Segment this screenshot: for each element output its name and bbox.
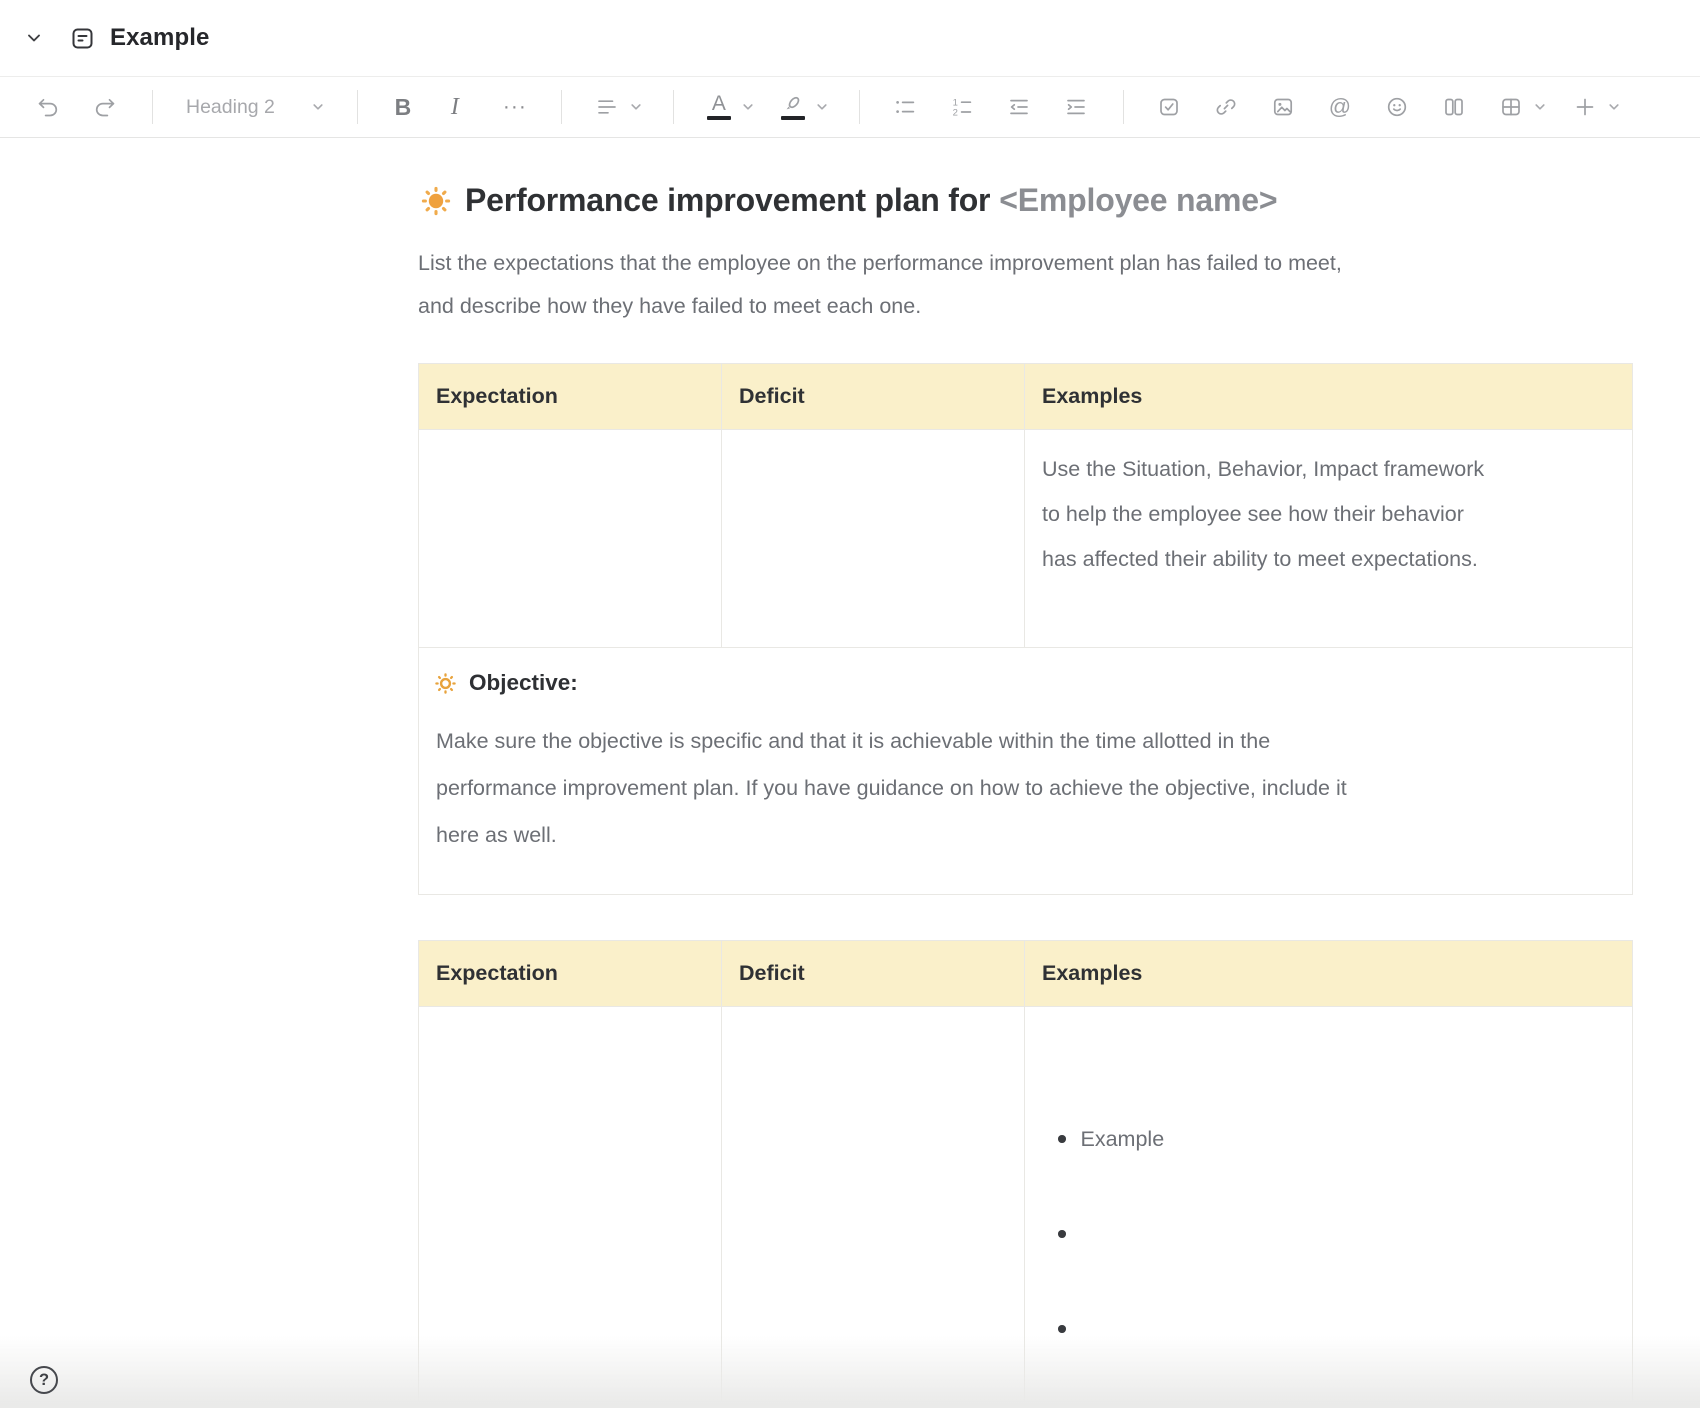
table-icon xyxy=(1499,95,1523,119)
objective-cell[interactable]: Objective: Make sure the objective is sp… xyxy=(419,648,1633,895)
highlight-color-button[interactable] xyxy=(781,94,829,121)
link-icon xyxy=(1214,95,1238,119)
column-header-expectation[interactable]: Expectation xyxy=(419,364,722,430)
checklist-button[interactable] xyxy=(1157,95,1181,119)
help-label: ? xyxy=(39,1371,49,1390)
table-header-row: Expectation Deficit Examples xyxy=(419,941,1633,1007)
bullet-dot xyxy=(1058,1325,1066,1333)
expectation-cell[interactable] xyxy=(419,1007,722,1408)
deficit-cell[interactable] xyxy=(722,430,1025,648)
sun-emoji-icon xyxy=(418,183,454,219)
bold-button[interactable]: B xyxy=(391,94,415,121)
table-header-row: Expectation Deficit Examples xyxy=(419,364,1633,430)
paragraph-style-selector[interactable]: Heading 2 xyxy=(186,96,325,119)
align-button[interactable] xyxy=(595,95,643,119)
toolbar-divider xyxy=(1123,90,1124,124)
column-header-expectation[interactable]: Expectation xyxy=(419,941,722,1007)
toolbar-divider xyxy=(152,90,153,124)
bullet-list-icon xyxy=(893,95,917,119)
chevron-down-icon xyxy=(311,100,325,114)
columns-button[interactable] xyxy=(1442,95,1466,119)
intro-paragraph[interactable]: List the expectations that the employee … xyxy=(418,242,1632,328)
title-text: Performance improvement plan for xyxy=(465,182,990,219)
objective-row: Objective: Make sure the objective is sp… xyxy=(419,648,1633,895)
list-item[interactable] xyxy=(1042,1304,1615,1354)
indent-button[interactable] xyxy=(1064,95,1088,119)
column-header-examples[interactable]: Examples xyxy=(1025,941,1633,1007)
list-item[interactable]: Example xyxy=(1042,1114,1615,1164)
pip-table-1: Expectation Deficit Examples Use the Sit… xyxy=(418,363,1633,895)
align-left-icon xyxy=(595,95,619,119)
column-header-deficit[interactable]: Deficit xyxy=(722,941,1025,1007)
page-title: Example xyxy=(110,24,209,52)
toolbar-divider xyxy=(673,90,674,124)
mention-button[interactable]: @ xyxy=(1328,95,1352,119)
bullet-list-button[interactable] xyxy=(893,95,917,119)
plus-icon xyxy=(1573,95,1597,119)
image-icon xyxy=(1271,95,1295,119)
column-header-deficit[interactable]: Deficit xyxy=(722,364,1025,430)
text-color-button[interactable]: A xyxy=(707,94,755,121)
examples-cell[interactable]: Example xyxy=(1025,1007,1633,1408)
document-canvas: Performance improvement plan for <Employ… xyxy=(418,182,1632,1408)
bullet-dot xyxy=(1058,1230,1066,1238)
emoji-icon xyxy=(1385,95,1409,119)
bullet-text: Example xyxy=(1081,1117,1165,1162)
indent-icon xyxy=(1064,95,1088,119)
chevron-down-icon xyxy=(815,100,829,114)
svg-text:2: 2 xyxy=(953,108,958,119)
numbered-list-button[interactable]: 1 2 xyxy=(950,95,974,119)
numbered-list-icon: 1 2 xyxy=(950,95,974,119)
chevron-down-icon xyxy=(629,100,643,114)
expectation-cell[interactable] xyxy=(419,430,722,648)
collapse-chevron-icon[interactable] xyxy=(24,28,44,48)
columns-icon xyxy=(1442,95,1466,119)
deficit-cell[interactable] xyxy=(722,1007,1025,1408)
checkbox-icon xyxy=(1157,95,1181,119)
column-header-examples[interactable]: Examples xyxy=(1025,364,1633,430)
toolbar-divider xyxy=(357,90,358,124)
objective-label: Objective: xyxy=(469,670,578,696)
outdent-icon xyxy=(1007,95,1031,119)
chevron-down-icon xyxy=(1607,100,1621,114)
outdent-button[interactable] xyxy=(1007,95,1031,119)
objective-body[interactable]: Make sure the objective is specific and … xyxy=(436,718,1618,859)
document-icon[interactable] xyxy=(70,26,95,51)
list-item[interactable] xyxy=(1042,1209,1615,1259)
document-title[interactable]: Performance improvement plan for <Employ… xyxy=(418,182,1632,219)
examples-cell[interactable]: Use the Situation, Behavior, Impact fram… xyxy=(1025,430,1633,648)
chevron-down-icon xyxy=(1533,100,1547,114)
document-header: Example xyxy=(0,0,1700,77)
objective-heading: Objective: xyxy=(433,670,1618,696)
insert-table-button[interactable] xyxy=(1499,95,1547,119)
examples-bullet-list: Example xyxy=(1042,1069,1615,1399)
sun-outline-icon xyxy=(433,671,458,696)
insert-link-button[interactable] xyxy=(1214,95,1238,119)
formatting-toolbar: Heading 2 B I ··· A xyxy=(0,77,1700,138)
table-row: Example xyxy=(419,1007,1633,1408)
redo-button[interactable] xyxy=(93,95,117,119)
toolbar-divider xyxy=(561,90,562,124)
title-placeholder: <Employee name> xyxy=(999,182,1277,219)
italic-button[interactable]: I xyxy=(446,94,464,121)
toolbar-divider xyxy=(859,90,860,124)
insert-image-button[interactable] xyxy=(1271,95,1295,119)
table-row: Use the Situation, Behavior, Impact fram… xyxy=(419,430,1633,648)
more-formatting-button[interactable]: ··· xyxy=(501,95,529,119)
pip-table-2: Expectation Deficit Examples Example xyxy=(418,940,1633,1408)
text-color-icon: A xyxy=(707,94,731,121)
chevron-down-icon xyxy=(741,100,755,114)
redo-icon xyxy=(93,95,117,119)
help-button[interactable]: ? xyxy=(30,1366,58,1394)
undo-icon xyxy=(36,95,60,119)
undo-button[interactable] xyxy=(36,95,60,119)
highlighter-icon xyxy=(781,94,805,121)
insert-block-button[interactable] xyxy=(1573,95,1621,119)
paragraph-style-value: Heading 2 xyxy=(186,96,275,119)
mention-icon: @ xyxy=(1329,94,1351,120)
bullet-dot xyxy=(1058,1135,1066,1143)
insert-emoji-button[interactable] xyxy=(1385,95,1409,119)
